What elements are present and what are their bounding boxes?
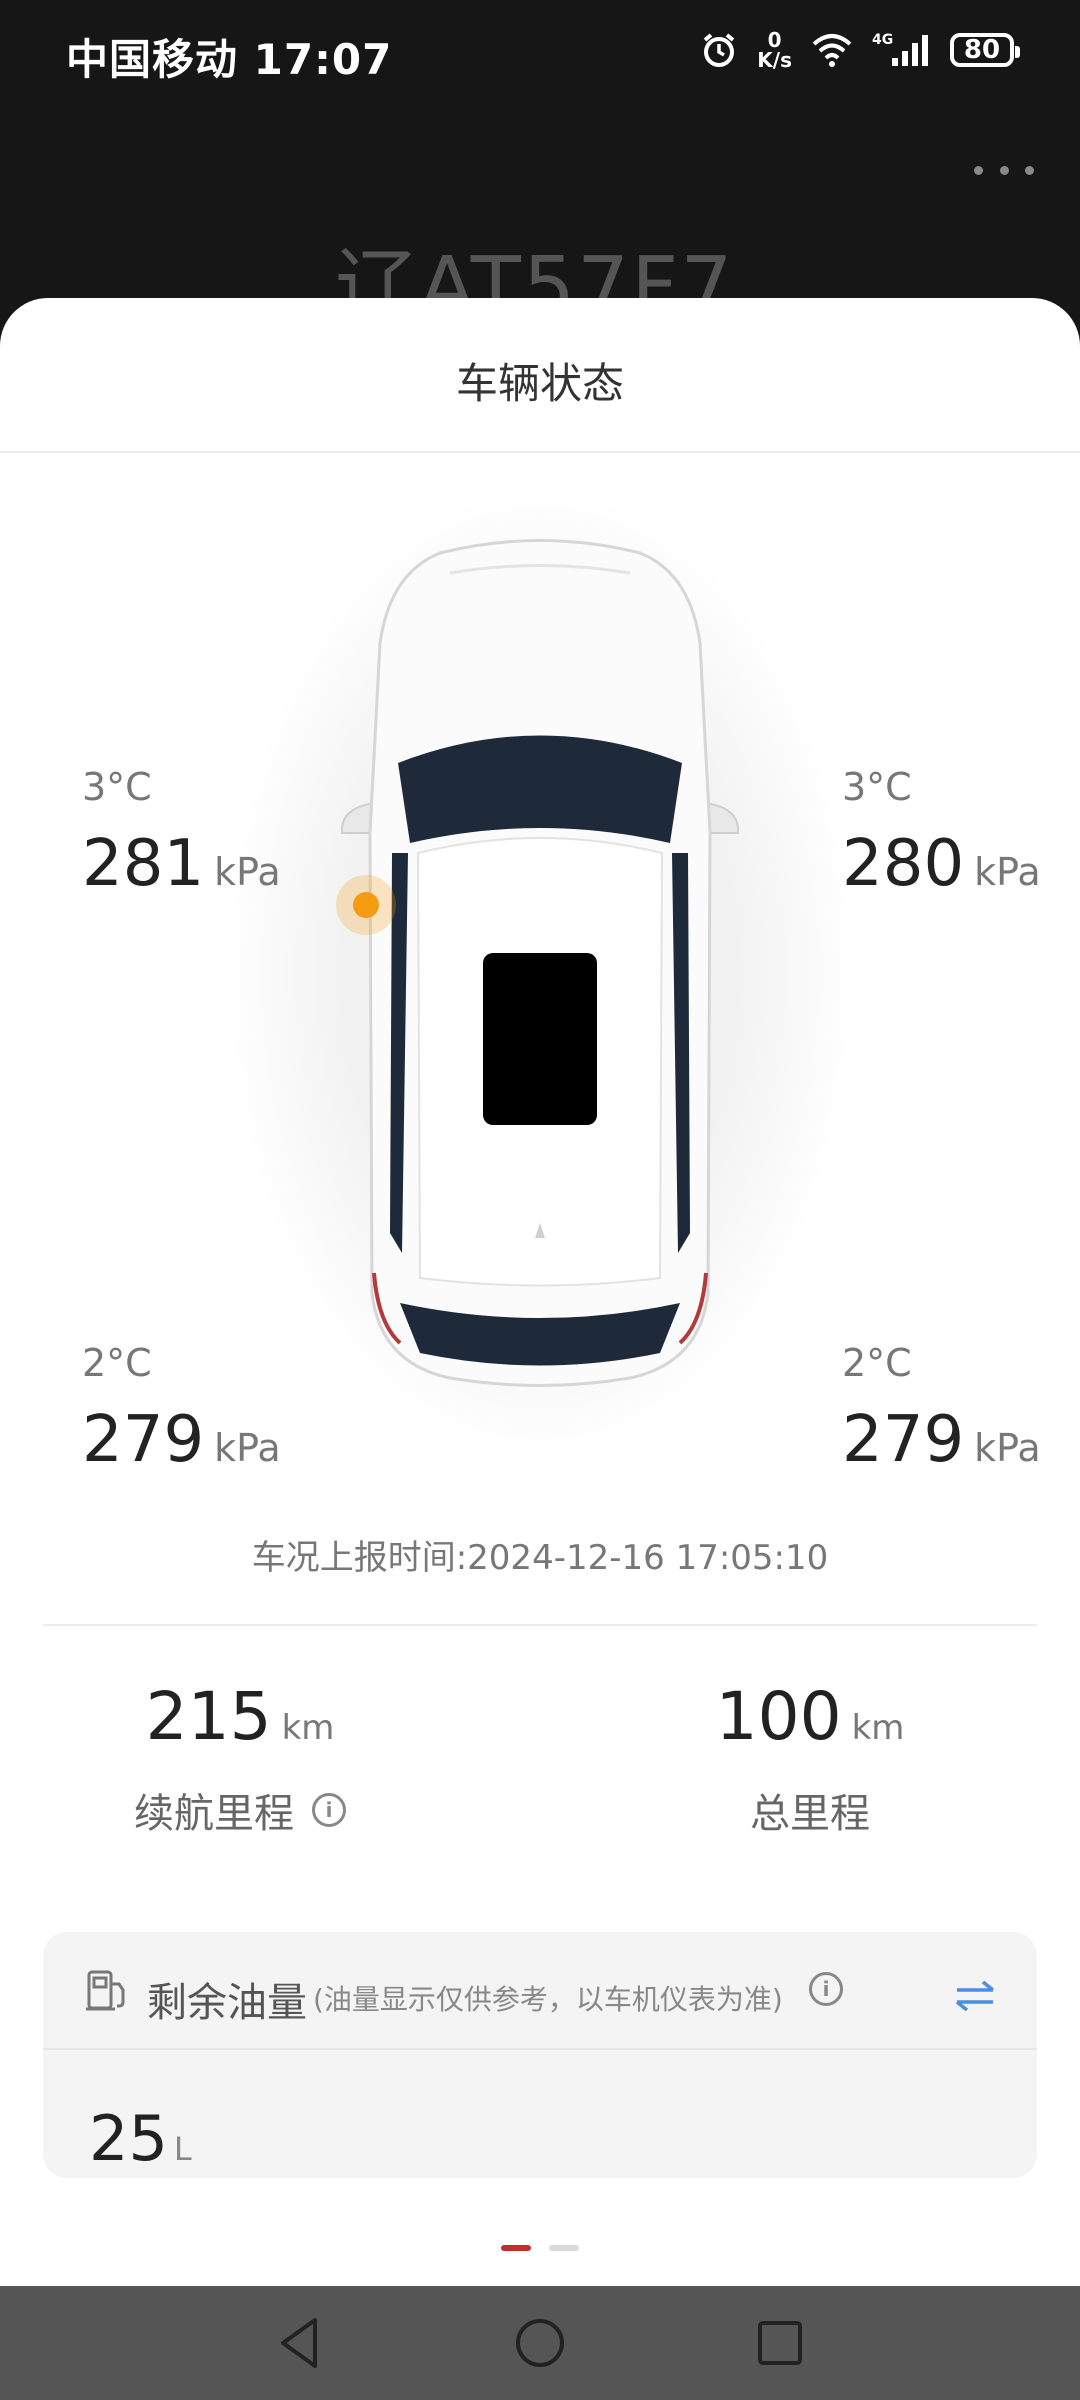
tire-pressure: 281 [82,827,205,901]
battery-level: 80 [950,33,1020,67]
fuel-card-header: 剩余油量 (油量显示仅供参考，以车机仪表为准) i [43,1932,1037,2050]
fuel-card: 剩余油量 (油量显示仅供参考，以车机仪表为准) i 25 L [43,1932,1037,2178]
page-dot[interactable] [549,2245,579,2251]
tire-pressure: 279 [842,1403,965,1477]
car-diagram: 3°C 281 kPa 3°C 280 kPa 2°C 279 kPa 2°C 279… [0,453,1080,1477]
vehicle-status-sheet: 车辆状态 3°C 281 kPa 3°C 280 kPa 2°C 279 kPa… [0,298,1080,2286]
fuel-note: (油量显示仅供参考，以车机仪表为准) [313,1983,783,2016]
page-indicator [0,2245,1080,2251]
alarm-icon [699,30,739,70]
swap-icon[interactable] [953,1978,997,2018]
report-time: 车况上报时间:2024-12-16 17:05:10 [251,1538,829,1578]
tire-front-left: 3°C 281 kPa [82,765,322,901]
net-speed: 0 K/s [757,28,792,72]
sheet-title: 车辆状态 [455,359,624,408]
pressure-unit: kPa [214,1426,281,1470]
tire-pressure: 280 [842,827,965,901]
tire-temperature: 2°C [82,1341,152,1385]
fuel-unit: L [173,2130,192,2168]
status-bar: 中国移动 17:07 0 K/s 4G 80 [0,0,1080,100]
pressure-unit: kPa [974,1426,1041,1470]
pressure-unit: kPa [214,850,281,894]
pressure-unit: kPa [974,850,1041,894]
fuel-value: 25 [89,2102,168,2175]
fuel-title: 剩余油量 [147,1980,307,2026]
more-options-button[interactable] [974,160,1034,180]
status-icons: 0 K/s 4G 80 [699,22,1020,78]
tire-front-right: 3°C 280 kPa [842,765,1080,901]
back-button[interactable] [260,2303,340,2383]
carrier-time: 中国移动 17:07 [66,35,393,84]
range-stat: 215 km 续航里程 i [20,1678,460,1839]
divider [43,1624,1037,1626]
tire-temperature: 3°C [842,765,912,809]
odometer-stat: 100 km 总里程 [590,1678,1030,1839]
odometer-label: 总里程 [750,1791,870,1837]
fuel-pump-icon [85,1968,133,2016]
car-top-view-image [340,539,740,1387]
tire-temperature: 2°C [842,1341,912,1385]
range-value: 215 [145,1678,272,1755]
odometer-value: 100 [715,1678,842,1755]
home-button[interactable] [500,2303,580,2383]
navigation-bar [0,2286,1080,2400]
fuel-info-icon[interactable]: i [809,1972,843,2006]
front-left-door-indicator [336,875,396,935]
page-dot-active[interactable] [501,2245,531,2251]
tire-pressure: 279 [82,1403,205,1477]
tire-rear-left: 2°C 279 kPa [82,1341,322,1477]
range-info-icon[interactable]: i [312,1793,346,1827]
tire-rear-right: 2°C 279 kPa [842,1341,1080,1477]
svg-text:4G: 4G [872,32,893,48]
odometer-unit: km [851,1708,905,1748]
cellular-signal-icon: 4G [872,30,932,70]
range-unit: km [281,1708,335,1748]
battery-icon: 80 [950,33,1020,67]
tire-temperature: 3°C [82,765,152,809]
wifi-icon [810,32,854,68]
recents-button[interactable] [740,2303,820,2383]
range-label: 续航里程 [134,1791,294,1837]
